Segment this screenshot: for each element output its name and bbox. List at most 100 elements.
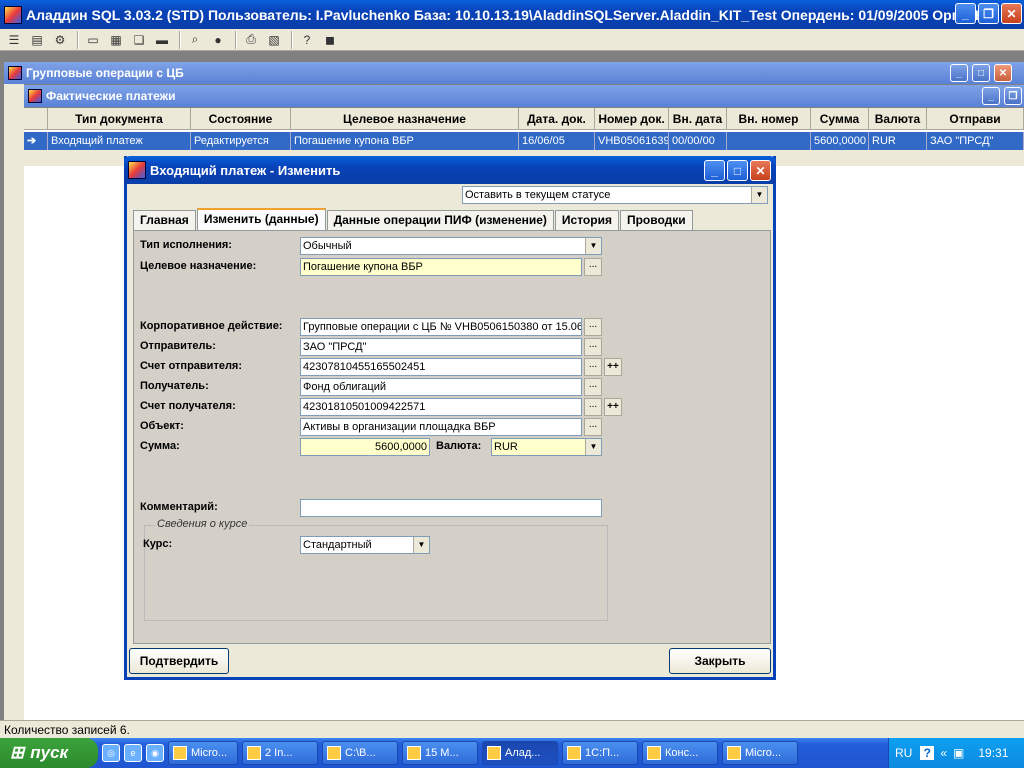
exec-type-select[interactable]: Обычный ▼ [300, 237, 602, 255]
tab-edit-data[interactable]: Изменить (данные) [196, 208, 326, 230]
report-icon[interactable]: ▧ [264, 31, 284, 49]
close-app-button[interactable]: ✕ [1001, 3, 1022, 24]
window-icon-outer [8, 66, 22, 80]
purpose-label: Целевое назначение: [140, 260, 257, 272]
browser-icon[interactable]: ◉ [146, 744, 164, 762]
col-doc-number[interactable]: Номер док. [595, 108, 669, 130]
receiver-account-field[interactable]: 42301810501009422571 [300, 398, 582, 416]
dialog-maximize-button[interactable]: □ [727, 160, 748, 181]
cell-doc-number[interactable]: VHB05061639 [595, 132, 669, 150]
rate-label: Курс: [143, 538, 173, 550]
currency-select[interactable]: RUR ▼ [491, 438, 602, 456]
task-aladdin-label: Алад... [505, 747, 541, 759]
cell-currency[interactable]: RUR [869, 132, 927, 150]
task-excel-label: Micro... [745, 747, 782, 759]
task-consultant[interactable]: Конс... [642, 741, 718, 765]
sender-account-add-button[interactable]: ++ [604, 358, 622, 376]
cell-purpose[interactable]: Погашение купона ВБР [291, 132, 519, 150]
chevron-down-icon[interactable]: ▼ [751, 187, 767, 203]
status-select[interactable]: Оставить в текущем статусе ▼ [462, 186, 768, 204]
receiver-field[interactable]: Фонд облигаций [300, 378, 582, 396]
chevron-down-icon[interactable]: ▼ [585, 238, 601, 254]
task-aladdin[interactable]: Алад... [482, 741, 558, 765]
tab-pif-data[interactable]: Данные операции ПИФ (изменение) [326, 210, 554, 230]
tab-history[interactable]: История [554, 210, 619, 230]
cascade-icon[interactable]: ❏ [129, 31, 149, 49]
exit-icon[interactable]: ◼ [320, 31, 340, 49]
task-1c[interactable]: 1С:П... [562, 741, 638, 765]
purpose-field[interactable]: Погашение купона ВБР [300, 258, 582, 276]
outer-maximize-button[interactable]: □ [972, 64, 990, 82]
tile-icon[interactable]: ▦ [106, 31, 126, 49]
object-field[interactable]: Активы в организации площадка ВБР [300, 418, 582, 436]
col-doc-date[interactable]: Дата. док. [519, 108, 595, 130]
confirm-button[interactable]: Подтвердить [129, 648, 229, 674]
receiver-browse-button[interactable]: ... [584, 378, 602, 396]
task-outlook[interactable]: 15 М... [402, 741, 478, 765]
cell-doc-date[interactable]: 16/06/05 [519, 132, 595, 150]
tray-arrow-icon[interactable]: « [940, 746, 947, 760]
amount-field[interactable]: 5600,0000 [300, 438, 430, 456]
dialog-minimize-button[interactable]: _ [704, 160, 725, 181]
chevron-down-icon[interactable]: ▼ [413, 537, 429, 553]
col-int-date[interactable]: Вн. дата [669, 108, 727, 130]
document-icon[interactable]: ▤ [27, 31, 47, 49]
chevron-down-icon[interactable]: ▼ [585, 439, 601, 455]
binoculars-icon[interactable]: ⌕ [185, 31, 205, 49]
col-currency[interactable]: Валюта [869, 108, 927, 130]
task-excel[interactable]: Micro... [722, 741, 798, 765]
tools-icon[interactable]: ⚙ [50, 31, 70, 49]
outer-minimize-button[interactable]: _ [950, 64, 968, 82]
sender-account-label: Счет отправителя: [140, 360, 243, 372]
minimize-all-icon[interactable]: ▬ [152, 31, 172, 49]
circle-icon[interactable]: ● [208, 31, 228, 49]
cell-sender[interactable]: ЗАО "ПРСД" [927, 132, 1024, 150]
language-indicator[interactable]: RU [895, 746, 912, 760]
list-icon[interactable]: ☰ [4, 31, 24, 49]
purpose-browse-button[interactable]: ... [584, 258, 602, 276]
cell-amount[interactable]: 5600,0000 [811, 132, 869, 150]
printer-icon[interactable]: ⎙ [241, 31, 261, 49]
col-state[interactable]: Состояние [191, 108, 291, 130]
help-icon[interactable]: ? [920, 746, 935, 760]
col-doc-type[interactable]: Тип документа [48, 108, 191, 130]
task-word[interactable]: Micro... [168, 741, 238, 765]
start-button[interactable]: ⊞ пуск [0, 738, 98, 768]
tab-main[interactable]: Главная [133, 210, 196, 230]
outlook-icon[interactable]: ◎ [102, 744, 120, 762]
col-int-number[interactable]: Вн. номер [727, 108, 811, 130]
outer-close-button[interactable]: ✕ [994, 64, 1012, 82]
inner-restore-button[interactable]: ❐ [1004, 87, 1022, 105]
restore-button[interactable]: ❐ [978, 3, 999, 24]
clock[interactable]: 19:31 [978, 746, 1008, 760]
corp-action-field[interactable]: Групповые операции с ЦБ № VHB0506150380 … [300, 318, 582, 336]
cell-int-date[interactable]: 00/00/00 [669, 132, 727, 150]
task-ie[interactable]: 2 In... [242, 741, 318, 765]
cell-doc-type[interactable]: Входящий платеж [48, 132, 191, 150]
receiver-account-add-button[interactable]: ++ [604, 398, 622, 416]
cell-state[interactable]: Редактируется [191, 132, 291, 150]
col-purpose[interactable]: Целевое назначение [291, 108, 519, 130]
minimize-button[interactable]: _ [955, 3, 976, 24]
sender-field[interactable]: ЗАО "ПРСД" [300, 338, 582, 356]
window-icon[interactable]: ▭ [83, 31, 103, 49]
cell-int-number[interactable] [727, 132, 811, 150]
rate-select[interactable]: Стандартный ▼ [300, 536, 430, 554]
sender-browse-button[interactable]: ... [584, 338, 602, 356]
comment-field[interactable] [300, 499, 602, 517]
col-sender[interactable]: Отправи [927, 108, 1024, 130]
inner-minimize-button[interactable]: _ [982, 87, 1000, 105]
corp-action-browse-button[interactable]: ... [584, 318, 602, 336]
sender-account-browse-button[interactable]: ... [584, 358, 602, 376]
sender-account-field[interactable]: 42307810455165502451 [300, 358, 582, 376]
col-amount[interactable]: Сумма [811, 108, 869, 130]
object-browse-button[interactable]: ... [584, 418, 602, 436]
dialog-close-button[interactable]: ✕ [750, 160, 771, 181]
network-icon[interactable]: ▣ [953, 746, 964, 760]
tab-postings[interactable]: Проводки [619, 210, 693, 230]
task-explorer[interactable]: C:\B... [322, 741, 398, 765]
ie-icon[interactable]: e [124, 744, 142, 762]
close-button[interactable]: Закрыть [669, 648, 771, 674]
receiver-account-browse-button[interactable]: ... [584, 398, 602, 416]
help-icon[interactable]: ? [297, 31, 317, 49]
